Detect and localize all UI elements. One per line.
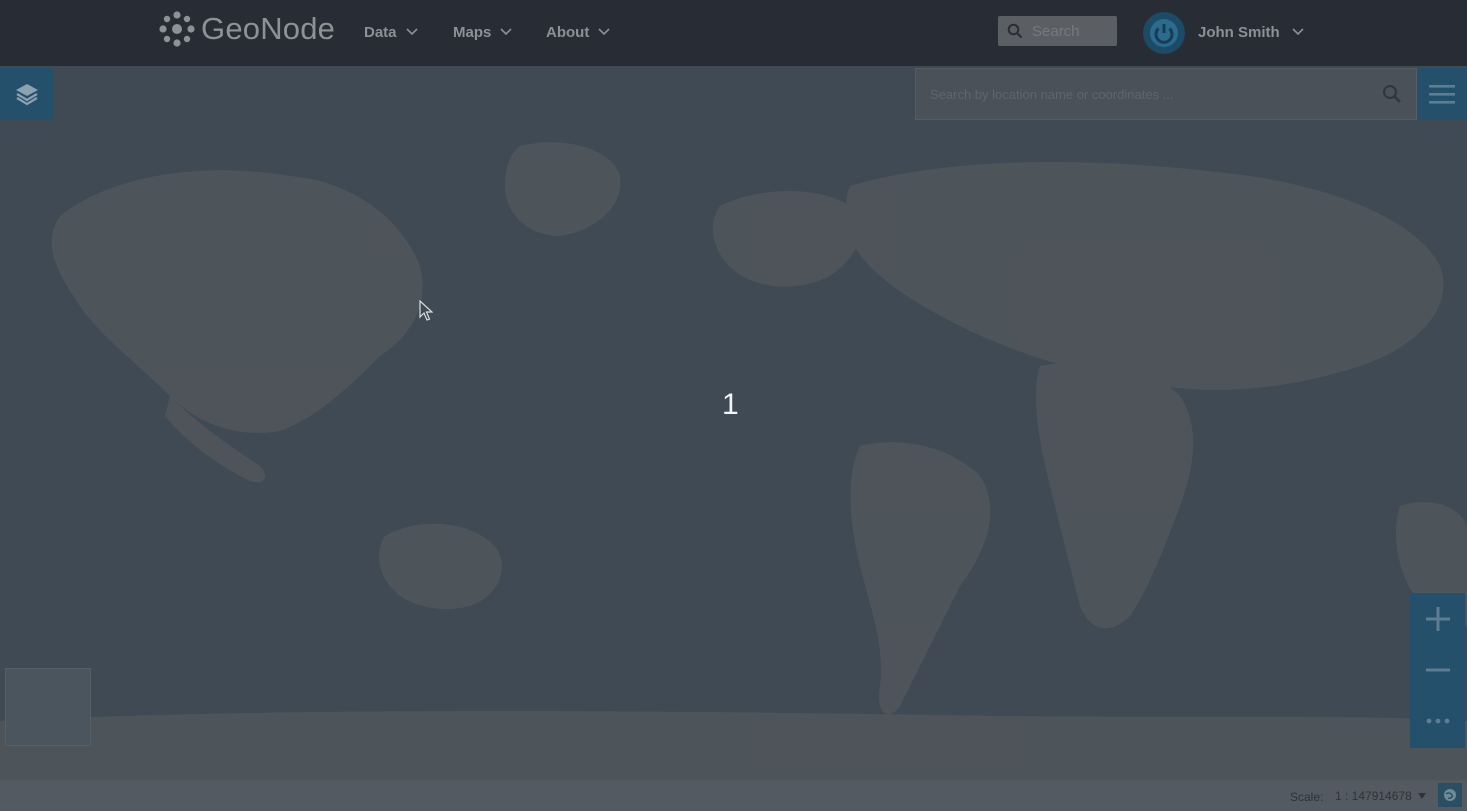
zoom-out-button[interactable] — [1410, 644, 1465, 695]
nav-data-label: Data — [364, 23, 397, 41]
caret-down-icon — [1417, 793, 1426, 799]
globe-icon — [1444, 789, 1456, 801]
user-name: John Smith — [1198, 23, 1280, 41]
layers-button[interactable] — [0, 68, 53, 120]
header-search-input[interactable] — [1032, 22, 1112, 40]
countdown-overlay: 1 — [722, 388, 739, 421]
chevron-down-icon — [598, 28, 610, 36]
power-icon — [1150, 19, 1178, 47]
layers-icon — [15, 84, 38, 106]
user-menu[interactable]: John Smith — [1198, 20, 1304, 44]
minus-icon — [1425, 668, 1450, 671]
scale-selector[interactable]: 1 : 147914678 — [1335, 789, 1426, 803]
footer-action-button[interactable] — [1438, 783, 1462, 807]
nav-data[interactable]: Data — [364, 20, 418, 44]
top-navbar: GeoNode Data Maps About John Smith — [0, 0, 1467, 66]
map-viewport[interactable] — [0, 66, 1467, 780]
zoom-controls — [1410, 593, 1465, 748]
brand-name: GeoNode — [201, 11, 336, 46]
scale-label: Scale: — [1290, 790, 1324, 804]
nav-about[interactable]: About — [546, 20, 610, 44]
chevron-down-icon — [1292, 28, 1304, 36]
world-map — [0, 142, 1467, 780]
header-search — [998, 16, 1117, 46]
nav-maps-label: Maps — [453, 23, 492, 41]
more-button[interactable] — [1410, 695, 1465, 746]
overview-map[interactable] — [5, 668, 91, 746]
location-search-input[interactable] — [930, 86, 1382, 102]
chevron-down-icon — [405, 28, 418, 36]
brand[interactable]: GeoNode — [157, 9, 335, 49]
more-icon — [1426, 718, 1449, 723]
nav-about-label: About — [546, 23, 590, 41]
zoom-in-button[interactable] — [1410, 593, 1465, 644]
avatar[interactable] — [1143, 12, 1185, 54]
burger-menu-button[interactable] — [1417, 68, 1467, 120]
nav-maps[interactable]: Maps — [453, 20, 512, 44]
search-icon[interactable] — [1382, 84, 1402, 104]
plus-icon — [1425, 606, 1450, 631]
scale-value: 1 : 147914678 — [1335, 789, 1412, 803]
mouse-cursor-icon — [419, 300, 433, 321]
map-footer — [0, 780, 1467, 811]
search-icon[interactable] — [1007, 23, 1023, 39]
map-search-bar — [915, 68, 1417, 120]
hamburger-icon — [1429, 85, 1455, 104]
chevron-down-icon — [500, 28, 512, 36]
geonode-logo-icon — [159, 11, 195, 47]
